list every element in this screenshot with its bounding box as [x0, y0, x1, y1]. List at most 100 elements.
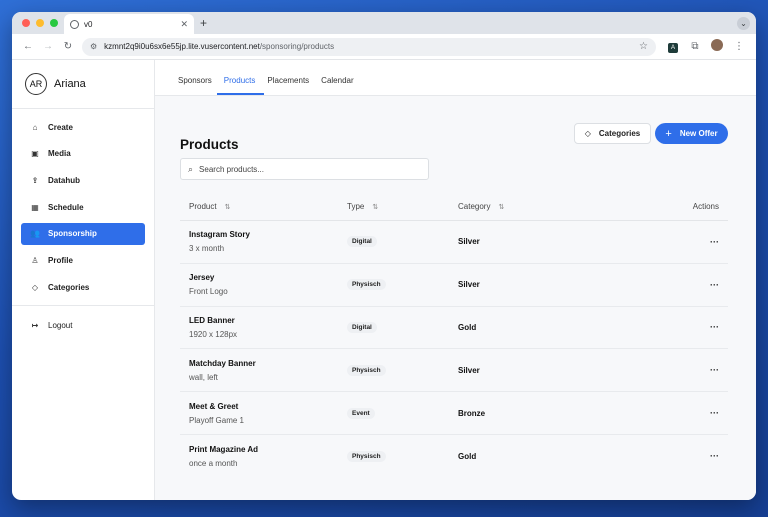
new-offer-button[interactable]: + New Offer: [655, 123, 728, 144]
sidebar-item-schedule[interactable]: ▦ Schedule: [21, 196, 145, 218]
sort-icon[interactable]: ⇅: [225, 203, 231, 211]
url-host: kzmnt2q9i0u6sx6e55jp.lite.vusercontent.n…: [104, 42, 260, 51]
forward-icon[interactable]: →: [38, 41, 58, 52]
type-badge: Physisch: [347, 450, 386, 462]
url-text: kzmnt2q9i0u6sx6e55jp.lite.vusercontent.n…: [104, 42, 639, 51]
maximize-window-button[interactable]: [50, 19, 58, 27]
product-description: Playoff Game 1: [189, 415, 244, 425]
tab-strip: v0 ✕ + ⌄: [12, 12, 756, 34]
type-badge: Physisch: [347, 364, 386, 376]
product-name: Jersey: [189, 273, 215, 283]
header-type[interactable]: Type ⇅: [346, 202, 457, 211]
header-product[interactable]: Product ⇅: [180, 202, 346, 211]
users-icon: 👥: [30, 229, 40, 239]
user-header: AR Ariana: [12, 60, 154, 109]
tab-title: v0: [84, 19, 93, 29]
type-badge: Digital: [347, 236, 377, 248]
table-row[interactable]: LED Banner 1920 x 128px Digital Gold ···: [180, 307, 728, 350]
product-name: LED Banner: [189, 315, 235, 325]
sidebar-item-label: Datahub: [48, 175, 80, 185]
upload-icon: ⇪: [31, 175, 39, 185]
reload-icon[interactable]: ↻: [58, 41, 78, 52]
logout-button[interactable]: ↦ Logout: [21, 314, 145, 336]
header-category[interactable]: Category ⇅: [457, 202, 607, 211]
categories-button[interactable]: ◇ Categories: [574, 123, 651, 144]
profile-avatar-icon[interactable]: [706, 39, 728, 54]
product-description: 1920 x 128px: [189, 329, 238, 339]
more-actions-icon[interactable]: ···: [710, 237, 719, 247]
more-actions-icon[interactable]: ···: [710, 280, 719, 290]
table-row[interactable]: Instagram Story 3 x month Digital Silver …: [180, 221, 728, 264]
header-category-label: Category: [458, 202, 491, 211]
category-value: Silver: [458, 280, 480, 290]
close-window-button[interactable]: [22, 19, 30, 27]
user-icon: ♙: [31, 255, 39, 265]
table-row[interactable]: Matchday Banner wall, left Physisch Silve…: [180, 349, 728, 393]
extension-a-label: A: [668, 42, 678, 53]
sidebar: AR Ariana ⌂ Create ▣ Media ⇪ Datahub ▦ S…: [12, 60, 155, 500]
header-actions: Actions: [607, 202, 728, 211]
sidebar-item-datahub[interactable]: ⇪ Datahub: [21, 169, 145, 191]
more-actions-icon[interactable]: ···: [710, 408, 719, 418]
sidebar-item-profile[interactable]: ♙ Profile: [21, 249, 145, 271]
product-name: Meet & Greet: [189, 401, 239, 411]
new-offer-button-label: New Offer: [679, 129, 718, 138]
categories-button-label: Categories: [598, 129, 641, 138]
new-tab-icon[interactable]: +: [200, 16, 207, 30]
sidebar-item-label: Categories: [48, 282, 90, 292]
category-value: Gold: [458, 451, 477, 461]
image-icon: ▣: [31, 149, 39, 159]
browser-toolbar: ← → ↻ ⚙ kzmnt2q9i0u6sx6e55jp.lite.vuserc…: [12, 34, 756, 60]
table-row[interactable]: Print Magazine Ad once a month Physisch G…: [180, 435, 728, 478]
tab-products[interactable]: Products: [216, 76, 264, 95]
tab-search-icon[interactable]: ⌄: [737, 17, 750, 30]
sidebar-item-label: Media: [48, 149, 71, 159]
search-box: ⌕: [180, 158, 429, 180]
top-nav: Sponsors Products Placements Calendar: [155, 60, 756, 96]
close-tab-icon[interactable]: ✕: [180, 19, 188, 30]
page-title: Products: [180, 137, 239, 152]
product-name: Print Magazine Ad: [189, 444, 259, 454]
more-actions-icon[interactable]: ···: [710, 451, 719, 461]
header-actions-label: Actions: [692, 202, 719, 211]
sidebar-item-label: Profile: [48, 255, 73, 265]
category-value: Bronze: [458, 408, 486, 418]
header-product-label: Product: [189, 202, 217, 211]
sidebar-item-sponsorship[interactable]: 👥 Sponsorship: [21, 222, 145, 245]
sidebar-item-create[interactable]: ⌂ Create: [21, 116, 145, 138]
browser-menu-icon[interactable]: ⋮: [728, 41, 750, 52]
sidebar-item-label: Sponsorship: [48, 229, 97, 239]
tag-icon: ◇: [31, 282, 39, 292]
address-bar[interactable]: ⚙ kzmnt2q9i0u6sx6e55jp.lite.vusercontent…: [82, 37, 656, 56]
tab-placements[interactable]: Placements: [264, 76, 316, 95]
calendar-icon: ▦: [31, 202, 39, 212]
site-info-icon[interactable]: ⚙: [90, 42, 97, 51]
sidebar-divider: [12, 305, 154, 307]
table-row[interactable]: Jersey Front Logo Physisch Silver ···: [180, 264, 728, 307]
sidebar-item-media[interactable]: ▣ Media: [21, 143, 145, 165]
avatar[interactable]: AR: [25, 73, 47, 95]
puzzle-extensions-icon[interactable]: ⧉: [684, 41, 706, 52]
plus-icon: +: [665, 127, 672, 140]
more-actions-icon[interactable]: ···: [710, 365, 719, 375]
header-type-label: Type: [347, 202, 365, 211]
tab-sponsors[interactable]: Sponsors: [175, 76, 219, 95]
minimize-window-button[interactable]: [36, 19, 44, 27]
window-controls: [22, 19, 58, 27]
search-input[interactable]: [199, 164, 410, 174]
sidebar-item-categories[interactable]: ◇ Categories: [21, 276, 145, 298]
type-badge: Event: [347, 407, 375, 419]
extension-a-icon[interactable]: A: [662, 41, 684, 53]
browser-window: v0 ✕ + ⌄ ← → ↻ ⚙ kzmnt2q9i0u6sx6e55jp.li…: [12, 12, 756, 500]
category-value: Gold: [458, 322, 477, 332]
more-actions-icon[interactable]: ···: [710, 322, 719, 332]
table-row[interactable]: Meet & Greet Playoff Game 1 Event Bronze …: [180, 392, 728, 435]
main-content: Sponsors Products Placements Calendar Pr…: [155, 60, 756, 500]
browser-tab[interactable]: v0 ✕: [64, 14, 194, 34]
tab-calendar[interactable]: Calendar: [318, 76, 360, 95]
sort-icon[interactable]: ⇅: [372, 203, 378, 211]
back-icon[interactable]: ←: [18, 41, 38, 52]
product-description: Front Logo: [189, 287, 228, 297]
sort-icon[interactable]: ⇅: [498, 203, 504, 211]
bookmark-star-icon[interactable]: ☆: [639, 41, 648, 52]
